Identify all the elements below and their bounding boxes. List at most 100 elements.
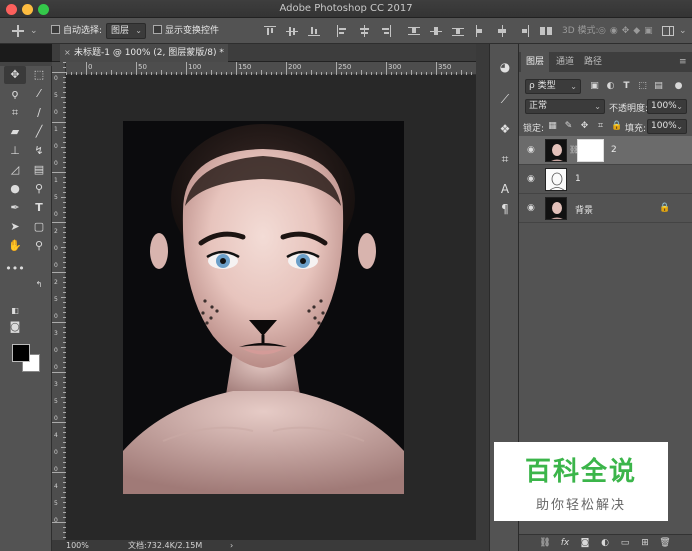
crop-icon[interactable]: ⌗	[4, 104, 26, 122]
layer-row[interactable]: ◉ 背景 🔒	[519, 194, 692, 223]
new-layer-icon[interactable]: ⊞	[639, 537, 651, 549]
tab-channels[interactable]: 通道	[551, 52, 579, 72]
healing-icon[interactable]: ▰	[4, 123, 26, 141]
filter-pixel-icon[interactable]: ▣	[589, 81, 600, 92]
path-select-icon[interactable]: ➤	[4, 218, 26, 236]
show-transform-checkbox[interactable]: 显示变换控件	[153, 24, 219, 38]
layer-style-icon[interactable]: fx	[559, 537, 571, 549]
portrait-image	[123, 121, 404, 494]
more-tools-icon[interactable]: •••	[4, 260, 26, 278]
lock-image-icon[interactable]: ✎	[563, 121, 574, 132]
stamp-icon[interactable]: ⊥	[4, 142, 26, 160]
foreground-color-swatch[interactable]	[12, 344, 30, 362]
new-group-icon[interactable]: ▭	[619, 537, 631, 549]
brush-icon[interactable]: ╱	[28, 123, 50, 141]
eraser-icon[interactable]: ◿	[4, 161, 26, 179]
ruler-label: 5	[54, 194, 58, 201]
dodge-icon[interactable]: ⚲	[28, 180, 50, 198]
link-layers-icon[interactable]: ⛓	[539, 537, 551, 549]
hand-icon[interactable]: ✋	[4, 237, 26, 255]
horizontal-ruler[interactable]: 050100150200250300350400	[66, 62, 501, 75]
layer-row[interactable]: ◉ ⛓ 2	[519, 136, 692, 165]
lasso-icon[interactable]: ϙ	[4, 85, 26, 103]
filter-kind-dropdown[interactable]: ρ 类型 ⌄	[525, 79, 581, 94]
quick-mask-icon[interactable]: ◙	[4, 318, 26, 336]
document-tab[interactable]: × 未标题-1 @ 100% (2, 图层蒙版/8) *	[60, 44, 228, 62]
ruler-label: 0	[54, 313, 58, 320]
layer-mask-thumbnail[interactable]	[577, 139, 604, 162]
workspace-chevron-icon[interactable]: ⌄	[679, 24, 687, 38]
add-mask-icon[interactable]: ◙	[579, 537, 591, 549]
history-brush-icon[interactable]: ↯	[28, 142, 50, 160]
lock-position-icon[interactable]: ✥	[579, 121, 590, 132]
delete-layer-icon[interactable]: 🗑	[659, 537, 671, 549]
vertical-ruler[interactable]: 0 5 0 1 0 0 1 5 0 2 0 0 2 5 0 3 0 0 3 5 0 4 0 0 4 5 0	[52, 62, 66, 540]
lock-transparent-icon[interactable]: ▦	[547, 121, 558, 132]
align-left-icon[interactable]	[336, 25, 348, 37]
filter-toggle-icon[interactable]: ●	[673, 81, 684, 92]
move-icon[interactable]: ✥	[4, 66, 26, 84]
close-tab-icon[interactable]: ×	[64, 44, 71, 62]
paragraph-panel-icon[interactable]: ¶	[498, 202, 512, 216]
distribute-bottom-icon[interactable]	[452, 25, 464, 37]
visibility-eye-icon[interactable]: ◉	[527, 204, 537, 213]
visibility-eye-icon[interactable]: ◉	[527, 146, 537, 155]
adjustment-layer-icon[interactable]: ◐	[599, 537, 611, 549]
distribute-top-icon[interactable]	[408, 25, 420, 37]
pen-icon[interactable]: ✒	[4, 199, 26, 217]
zoom-level[interactable]: 100%	[66, 540, 89, 551]
eyedropper-icon[interactable]: ∕	[28, 104, 50, 122]
checkbox-icon[interactable]	[153, 25, 162, 34]
distribute-vcenter-icon[interactable]	[430, 25, 442, 37]
swap-colors-icon[interactable]: ↰	[28, 276, 50, 294]
type-icon[interactable]: T	[28, 199, 50, 217]
shape-icon[interactable]: ▢	[28, 218, 50, 236]
canvas-image[interactable]	[123, 121, 404, 494]
zoom-icon[interactable]: ⚲	[28, 237, 50, 255]
blend-mode-dropdown[interactable]: 正常 ⌄	[525, 99, 605, 114]
checkbox-icon[interactable]	[51, 25, 60, 34]
magic-wand-icon[interactable]: ⁄	[28, 85, 50, 103]
status-menu-arrow-icon[interactable]: ›	[230, 540, 233, 551]
crop-panel-icon[interactable]: ⌗	[498, 152, 512, 166]
align-hcenter-icon[interactable]	[358, 25, 370, 37]
distribute-right-icon[interactable]	[518, 25, 530, 37]
visibility-eye-icon[interactable]: ◉	[527, 175, 537, 184]
ruler-label: 0	[54, 75, 58, 82]
tab-layers[interactable]: 图层	[521, 52, 550, 72]
align-vcenter-icon[interactable]	[286, 25, 298, 37]
layer-thumbnail	[545, 168, 567, 191]
panel-menu-icon[interactable]: ≡	[674, 52, 692, 72]
align-bottom-icon[interactable]	[308, 25, 320, 37]
distribute-left-icon[interactable]	[474, 25, 486, 37]
auto-select-target-dropdown[interactable]: 图层 ⌄	[106, 23, 146, 39]
tab-paths[interactable]: 路径	[579, 52, 607, 72]
layer-lock-icon[interactable]: 🔒	[659, 203, 670, 213]
canvas-area[interactable]	[66, 75, 476, 540]
3d-mode-icons[interactable]: ◎◉✥◆▣	[598, 24, 657, 38]
move-tool-preset-icon[interactable]	[12, 25, 24, 37]
libraries-panel-icon[interactable]: ❖	[498, 122, 512, 136]
align-right-icon[interactable]	[380, 25, 392, 37]
adjustments-panel-icon[interactable]: ⟋	[498, 92, 512, 106]
align-top-icon[interactable]	[264, 25, 276, 37]
distribute-hcenter-icon[interactable]	[496, 25, 508, 37]
lock-artboard-icon[interactable]: ⌗	[595, 121, 606, 132]
character-panel-icon[interactable]: A	[498, 182, 512, 196]
opacity-field[interactable]: 100% ⌄	[647, 99, 687, 114]
filter-adjustment-icon[interactable]: ◐	[605, 81, 616, 92]
marquee-icon[interactable]: ⬚	[28, 66, 50, 84]
gradient-icon[interactable]: ▤	[28, 161, 50, 179]
fill-field[interactable]: 100% ⌄	[647, 119, 687, 134]
color-panel-icon[interactable]: ◕	[498, 60, 512, 74]
auto-align-icon[interactable]	[540, 25, 552, 37]
tool-preset-chevron-icon[interactable]: ⌄	[30, 24, 38, 38]
filter-type-icon[interactable]: T	[621, 81, 632, 92]
lock-all-icon[interactable]: 🔒	[611, 121, 622, 132]
blur-icon[interactable]: ●	[4, 180, 26, 198]
workspace-icon[interactable]	[662, 25, 674, 37]
auto-select-checkbox[interactable]: 自动选择:	[51, 24, 102, 38]
layer-row[interactable]: ◉ 1	[519, 165, 692, 194]
filter-shape-icon[interactable]: ⬚	[637, 81, 648, 92]
filter-smart-object-icon[interactable]: ▤	[653, 81, 664, 92]
